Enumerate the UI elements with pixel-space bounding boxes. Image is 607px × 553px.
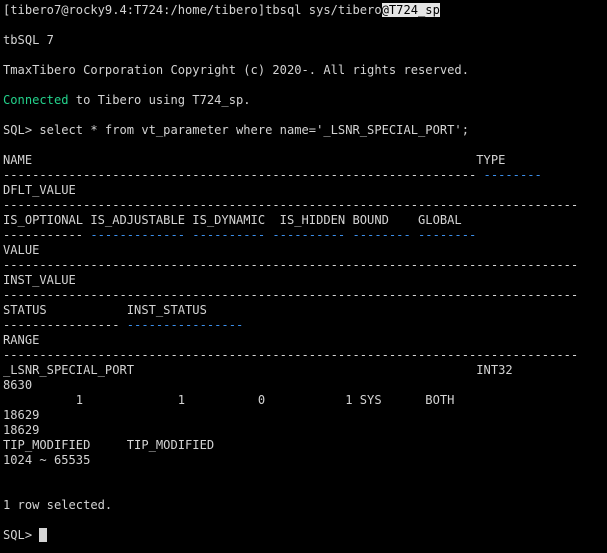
connected-rest: to Tibero using T724_sp. bbox=[68, 93, 251, 107]
sql-prompt: SQL> bbox=[3, 528, 40, 542]
result-range: 1024 ~ 65535 bbox=[3, 453, 91, 467]
result-flags: 1 1 0 1 SYS BOTH bbox=[3, 393, 455, 407]
separator-range: ----------------------------------------… bbox=[3, 348, 579, 362]
separator-status-first: ---------------- bbox=[3, 318, 120, 332]
separator-dflt-value: ----------------------------------------… bbox=[3, 198, 579, 212]
result-status: TIP_MODIFIED TIP_MODIFIED bbox=[3, 438, 215, 452]
separator-value: ----------------------------------------… bbox=[3, 258, 579, 272]
sql-prompt-line[interactable]: SQL> bbox=[3, 528, 48, 543]
sql-query-line: SQL> select * from vt_parameter where na… bbox=[3, 123, 469, 137]
separator-name: ----------------------------------------… bbox=[3, 168, 477, 182]
separator-type: -------- bbox=[476, 168, 542, 182]
result-value: 18629 bbox=[3, 408, 40, 422]
shell-command-text: [tibero7@rocky9.4:T724:/home/tibero]tbsq… bbox=[3, 3, 382, 17]
header-range: RANGE bbox=[3, 333, 40, 347]
text-cursor[interactable] bbox=[39, 528, 48, 542]
separator-name-type: ----------------------------------------… bbox=[3, 168, 542, 183]
copyright-line: TmaxTibero Corporation Copyright (c) 202… bbox=[3, 63, 469, 77]
banner-title: tbSQL 7 bbox=[3, 33, 54, 47]
separator-flags-first: ----------- bbox=[3, 228, 84, 242]
header-dflt-value: DFLT_VALUE bbox=[3, 183, 76, 197]
separator-status-second: ---------------- bbox=[119, 318, 244, 332]
header-name-type: NAME TYPE bbox=[3, 153, 506, 167]
result-inst-value: 18629 bbox=[3, 423, 40, 437]
header-flags: IS_OPTIONAL IS_ADJUSTABLE IS_DYNAMIC IS_… bbox=[3, 213, 462, 227]
connection-status-line: Connected to Tibero using T724_sp. bbox=[3, 93, 251, 108]
separator-flags-rest: ------------- ---------- ---------- ----… bbox=[83, 228, 477, 242]
separator-status: ---------------- ---------------- bbox=[3, 318, 243, 333]
rows-selected-message: 1 row selected. bbox=[3, 498, 113, 512]
separator-inst-value: ----------------------------------------… bbox=[3, 288, 579, 302]
result-name-type: _LSNR_SPECIAL_PORT INT32 bbox=[3, 363, 513, 377]
selected-text: @T724_sp bbox=[381, 3, 440, 17]
header-status: STATUS INST_STATUS bbox=[3, 303, 207, 317]
result-dflt-value: 8630 bbox=[3, 378, 33, 392]
header-inst-value: INST_VALUE bbox=[3, 273, 76, 287]
header-value: VALUE bbox=[3, 243, 40, 257]
connected-word: Connected bbox=[3, 93, 69, 107]
separator-flags: ----------- ------------- ---------- ---… bbox=[3, 228, 476, 243]
shell-command-line: [tibero7@rocky9.4:T724:/home/tibero]tbsq… bbox=[3, 3, 440, 18]
